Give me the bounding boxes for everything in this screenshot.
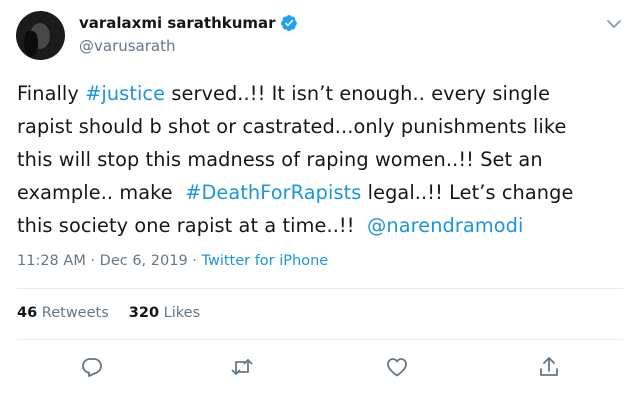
tweet-line: rapist should b shot or castrated...only… <box>17 115 567 138</box>
divider <box>17 339 623 340</box>
mention-narendramodi-link[interactable]: @narendramodi <box>367 214 523 237</box>
tweet-time[interactable]: 11:28 AM <box>17 253 86 269</box>
retweets-label: Retweets <box>41 305 109 321</box>
tweet-line: this society one rapist at a time..!! @n… <box>17 214 524 237</box>
like-icon[interactable] <box>385 355 409 379</box>
hashtag-deathforrapists-link[interactable]: #DeathForRapists <box>185 181 361 204</box>
retweet-icon[interactable] <box>230 355 254 379</box>
tweet-actions <box>0 355 640 383</box>
tweet-line: example.. make #DeathForRapists legal..!… <box>17 181 574 204</box>
likes-label: Likes <box>163 305 201 321</box>
author-name-row[interactable]: varalaxmi sarathkumar <box>79 14 298 32</box>
display-name[interactable]: varalaxmi sarathkumar <box>79 14 276 32</box>
tweet-source-link[interactable]: Twitter for iPhone <box>202 253 329 269</box>
avatar-shadow <box>24 31 38 57</box>
divider <box>17 288 623 289</box>
hashtag-justice-link[interactable]: #justice <box>85 82 165 105</box>
likes-stat[interactable]: 320 Likes <box>129 305 200 321</box>
tweet-text: Finally #justice served..!! It isn’t eno… <box>17 77 623 242</box>
avatar[interactable] <box>16 11 65 60</box>
tweet-meta: 11:28 AM · Dec 6, 2019 · Twitter for iPh… <box>17 253 328 269</box>
likes-count: 320 <box>128 305 160 321</box>
retweets-stat[interactable]: 46 Retweets <box>17 305 109 321</box>
tweet-line: this will stop this madness of raping wo… <box>17 148 543 171</box>
tweet-date[interactable]: Dec 6, 2019 <box>100 253 188 269</box>
chevron-down-icon[interactable] <box>604 16 624 32</box>
meta-separator: · <box>187 253 202 269</box>
author-handle[interactable]: @varusarath <box>79 37 176 55</box>
share-icon[interactable] <box>537 355 561 379</box>
tweet-stats: 46 Retweets 320 Likes <box>17 305 200 321</box>
tweet-line: Finally #justice served..!! It isn’t eno… <box>17 82 551 105</box>
retweets-count: 46 <box>17 305 38 321</box>
meta-separator: · <box>85 253 100 269</box>
verified-badge-icon <box>280 14 298 32</box>
reply-icon[interactable] <box>80 355 104 379</box>
